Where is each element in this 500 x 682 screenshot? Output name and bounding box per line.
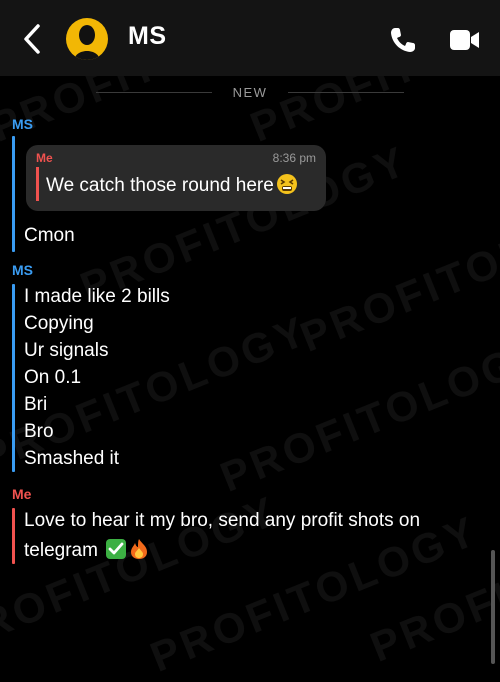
check-mark-emoji-icon [105, 538, 127, 568]
quoted-reply[interactable]: Me 8:36 pm We catch those round here [26, 145, 326, 211]
new-messages-divider: NEW [232, 85, 268, 100]
message-text[interactable]: On 0.1 [24, 364, 81, 391]
watermark: PROFITOLOGY [293, 186, 500, 361]
video-camera-icon[interactable] [448, 27, 482, 53]
divider-line [288, 92, 404, 93]
message-bar [12, 136, 15, 252]
quote-text: We catch those round here [46, 173, 298, 201]
tired-face-emoji-icon [276, 173, 298, 201]
message-text[interactable]: Bri [24, 391, 47, 418]
message-text[interactable]: Smashed it [24, 445, 119, 472]
message-bar [12, 508, 15, 564]
message-text[interactable]: Bro [24, 418, 54, 445]
scrollbar[interactable] [491, 550, 495, 664]
fire-emoji-icon [129, 538, 149, 568]
sender-name: MS [12, 116, 33, 132]
message-text[interactable]: I made like 2 bills [24, 283, 170, 310]
chat-title[interactable]: MS [128, 22, 167, 51]
message-text-label: telegram [24, 540, 98, 561]
message-text[interactable]: Cmon [24, 222, 75, 249]
sender-name: Me [12, 486, 32, 502]
quote-sender: Me [36, 151, 53, 165]
quote-bar [36, 167, 39, 201]
avatar[interactable] [66, 18, 108, 60]
watermark: PROFITOLOGY [213, 326, 500, 501]
message-text[interactable]: telegram [24, 537, 149, 568]
quote-text-label: We catch those round here [46, 175, 274, 196]
chat-header: MS [0, 0, 500, 76]
quote-timestamp: 8:36 pm [272, 151, 316, 165]
sender-name: MS [12, 262, 33, 278]
message-text[interactable]: Love to hear it my bro, send any profit … [24, 507, 420, 534]
message-text[interactable]: Ur signals [24, 337, 108, 364]
phone-icon[interactable] [388, 25, 418, 55]
divider-line [96, 92, 212, 93]
message-text[interactable]: Copying [24, 310, 94, 337]
chevron-left-icon[interactable] [20, 22, 46, 56]
message-bar [12, 284, 15, 472]
